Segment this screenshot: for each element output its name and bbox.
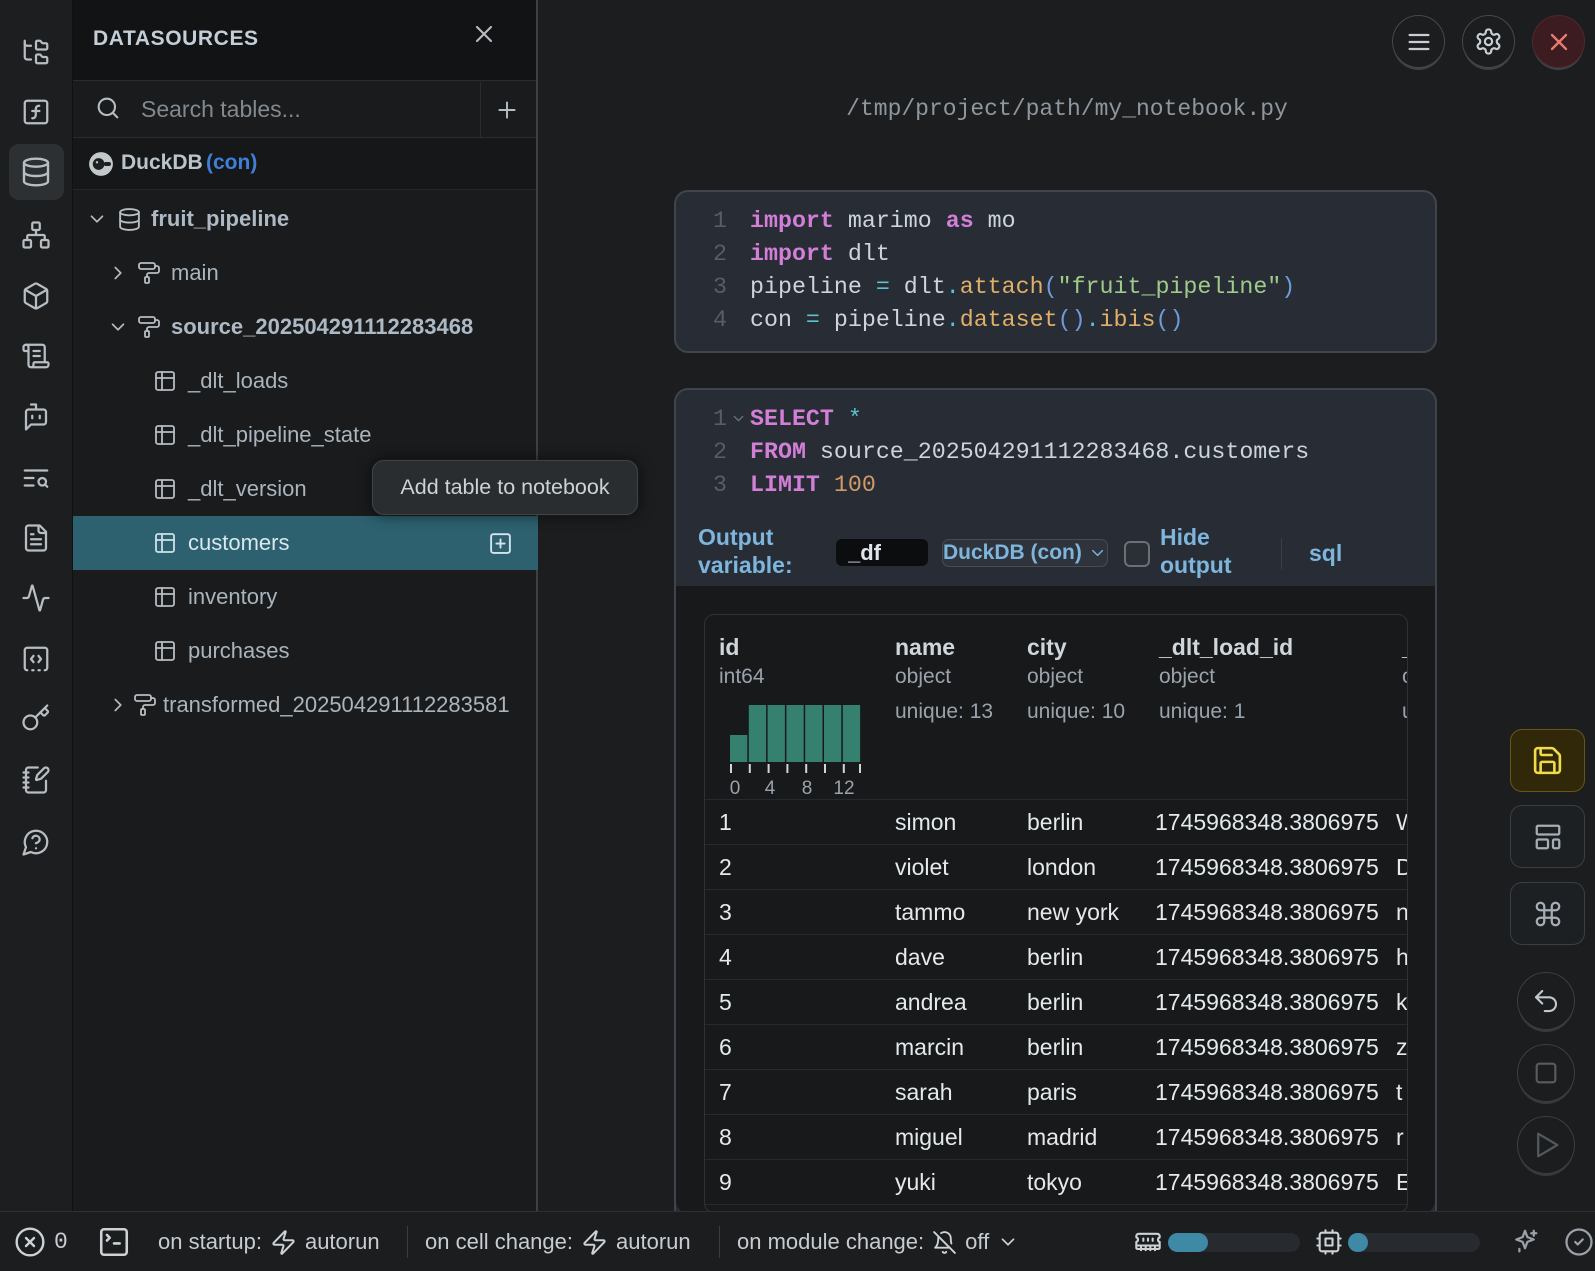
svg-text:0: 0 [730, 778, 740, 795]
svg-text:8: 8 [802, 778, 813, 795]
svg-text:4: 4 [765, 778, 776, 795]
svg-text:12: 12 [833, 778, 854, 795]
